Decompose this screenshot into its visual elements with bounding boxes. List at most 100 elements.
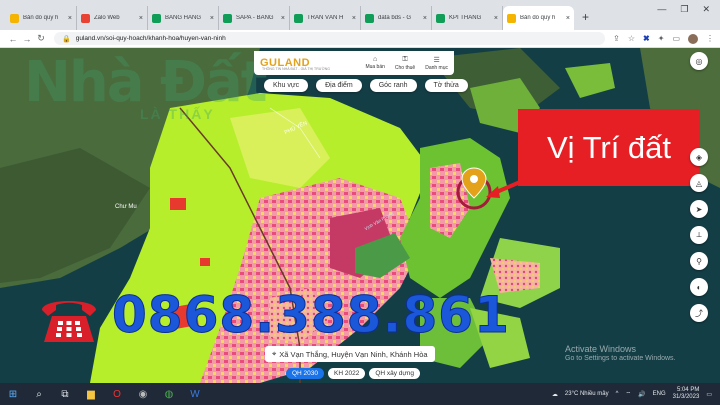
notification-icon[interactable]: ▭: [706, 391, 712, 398]
phone-number: 0868.388.861: [112, 286, 510, 345]
address-bar: ← → ↻ 🔒 guland.vn/soi-quy-hoach/khanh-ho…: [0, 30, 720, 48]
reload-icon[interactable]: ↻: [34, 33, 48, 44]
weather-text[interactable]: 23°C Nhiều mây: [565, 391, 609, 397]
guland-menu-label: Danh mục: [425, 64, 448, 71]
star-icon[interactable]: ☆: [628, 34, 635, 43]
opera-icon[interactable]: O: [110, 387, 124, 401]
network-icon[interactable]: ⌔: [625, 390, 631, 398]
map-label-chu-mu: Chư Mu: [115, 204, 137, 210]
volume-icon[interactable]: 🔊: [638, 391, 645, 398]
filter-pills: Khu vực Địa điểm Góc ranh Tờ thửa: [264, 79, 468, 92]
guland-menu: ⌂ Mua bán ⚿ Cho thuê ☰ Danh mục: [365, 56, 448, 71]
key-icon: ⚿: [402, 55, 408, 63]
favicon-icon: [436, 13, 445, 23]
back-icon[interactable]: ←: [6, 34, 20, 44]
browser-tab[interactable]: data bds - G ×: [361, 6, 432, 30]
minimize-icon[interactable]: —: [657, 4, 666, 15]
avatar[interactable]: [688, 33, 698, 44]
guland-menu-item[interactable]: ☰ Danh mục: [425, 56, 448, 71]
tab-title: TRẦN VĂN H: [307, 15, 344, 21]
activate-title: Activate Windows: [565, 344, 637, 354]
filter-pill[interactable]: Tờ thửa: [424, 79, 468, 92]
layers-icon[interactable]: ◈: [690, 148, 708, 166]
menu-icon: ☰: [433, 56, 440, 64]
browser-tab[interactable]: KPI THÁNG ×: [432, 6, 503, 30]
tray-chevron-icon[interactable]: ^: [616, 391, 619, 397]
windows-start-icon[interactable]: ⊞: [6, 387, 20, 401]
puzzle-icon[interactable]: ✦: [658, 34, 665, 43]
browser-tab[interactable]: Bản đồ quy h ×: [6, 6, 77, 30]
tab-close-icon[interactable]: ×: [566, 15, 570, 22]
tab-title: KPI THÁNG: [449, 15, 482, 21]
app-icon[interactable]: ◉: [136, 387, 150, 401]
filter-pill[interactable]: Khu vực: [264, 79, 309, 92]
opacity-icon[interactable]: ◐: [690, 278, 708, 296]
favicon-icon: [152, 13, 161, 23]
word-icon[interactable]: W: [188, 387, 202, 401]
ruler-icon[interactable]: ⟂: [690, 226, 708, 244]
phone-icon: [42, 301, 96, 342]
file-explorer-icon[interactable]: ▆: [84, 387, 98, 401]
extension-x-icon[interactable]: ✖: [643, 34, 650, 43]
guland-menu-item[interactable]: ⌂ Mua bán: [365, 56, 384, 71]
sidebar-icon[interactable]: ▭: [672, 34, 680, 43]
chrome-icon[interactable]: ◍: [162, 387, 176, 401]
browser-tab[interactable]: BẢNG HÀNG ×: [148, 6, 219, 30]
filter-pill[interactable]: Địa điểm: [316, 79, 362, 92]
guland-menu-item[interactable]: ⚿ Cho thuê: [395, 56, 415, 71]
measure-icon[interactable]: ◬: [690, 174, 708, 192]
task-view-icon[interactable]: ⧉: [58, 387, 72, 401]
tab-close-icon[interactable]: ×: [494, 15, 498, 22]
location-bar[interactable]: ⌖ Xã Vạn Thắng, Huyện Vạn Ninh, Khánh Hò…: [265, 346, 435, 362]
url-field[interactable]: 🔒 guland.vn/soi-quy-hoach/khanh-hoa/huye…: [54, 32, 606, 45]
location-callout: Vị Trí đất: [518, 109, 700, 186]
tab-title: SAPA - BẢNG: [236, 15, 274, 21]
system-tray: ☁ 23°C Nhiều mây ^ ⌔ 🔊 ENG 5:04 PM 31/3/…: [552, 387, 720, 401]
layer-button[interactable]: QH xây dựng: [369, 368, 421, 379]
favicon-icon: [223, 13, 232, 23]
taskbar: ⊞ ⌕ ⧉ ▆ O ◉ ◍ W ☁ 23°C Nhiều mây ^ ⌔ 🔊 E…: [0, 383, 720, 405]
map-pin-icon: ⌖: [272, 349, 277, 358]
watermark-sub: LÀ THẤY: [140, 106, 215, 122]
clock-date: 31/3/2023: [672, 394, 700, 400]
favicon-icon: [81, 13, 90, 23]
forward-icon[interactable]: →: [20, 34, 34, 44]
browser-tab[interactable]: Bản đồ quy h ×: [503, 6, 574, 30]
activate-windows: Activate Windows Go to Settings to activ…: [565, 344, 676, 363]
share-map-icon[interactable]: ⤴: [690, 304, 708, 322]
browser-tab[interactable]: SAPA - BẢNG ×: [219, 6, 290, 30]
close-window-icon[interactable]: ✕: [702, 4, 710, 15]
locate-icon[interactable]: ◎: [690, 52, 708, 70]
compass-icon[interactable]: ➤: [690, 200, 708, 218]
tab-title: Bản đồ quy h: [23, 15, 59, 21]
tab-close-icon[interactable]: ×: [68, 15, 72, 22]
tab-title: Zalo Web: [94, 15, 120, 21]
tab-close-icon[interactable]: ×: [210, 15, 214, 22]
extensions: ⇪ ☆ ✖ ✦ ▭ ⋮: [613, 33, 714, 44]
tab-close-icon[interactable]: ×: [281, 15, 285, 22]
more-icon[interactable]: ⋮: [706, 34, 714, 43]
guland-menu-label: Cho thuê: [394, 64, 416, 71]
pin-tool-icon[interactable]: ⚲: [690, 252, 708, 270]
layer-button[interactable]: KH 2022: [328, 368, 366, 379]
tab-close-icon[interactable]: ×: [139, 15, 143, 22]
window-controls: — ❐ ✕: [657, 4, 720, 15]
maximize-icon[interactable]: ❐: [680, 4, 688, 15]
guland-menu-label: Mua bán: [365, 63, 385, 70]
tab-close-icon[interactable]: ×: [423, 15, 427, 22]
tab-close-icon[interactable]: ×: [352, 15, 356, 22]
lang-indicator[interactable]: ENG: [653, 391, 666, 397]
new-tab-button[interactable]: +: [582, 10, 589, 24]
guland-header: GULAND THÔNG TIN NHÀ ĐẤT - GIÁ THỊ TRƯỜN…: [254, 51, 454, 75]
browser-tab[interactable]: Zalo Web ×: [77, 6, 148, 30]
tab-title: BẢNG HÀNG: [165, 15, 202, 21]
filter-pill[interactable]: Góc ranh: [369, 79, 417, 92]
clock[interactable]: 5:04 PM 31/3/2023: [673, 387, 700, 401]
location-text: Xã Vạn Thắng, Huyện Vạn Ninh, Khánh Hòa: [279, 349, 428, 359]
search-icon[interactable]: ⌕: [32, 387, 46, 401]
guland-tagline: THÔNG TIN NHÀ ĐẤT - GIÁ THỊ TRƯỜNG: [262, 67, 330, 71]
browser-tab[interactable]: TRẦN VĂN H ×: [290, 6, 361, 30]
share-icon[interactable]: ⇪: [613, 34, 620, 43]
layer-button[interactable]: QH 2030: [286, 368, 325, 379]
layer-buttons: QH 2030 KH 2022 QH xây dựng: [286, 368, 421, 379]
